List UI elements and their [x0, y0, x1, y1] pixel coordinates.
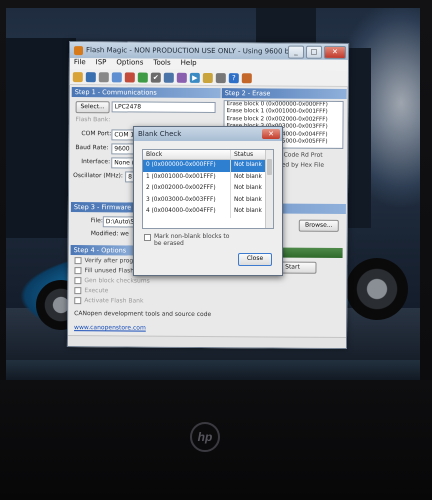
- checkbox-box[interactable]: [74, 277, 82, 285]
- status-bar: [67, 335, 347, 348]
- hp-logo-text: hp: [197, 430, 213, 444]
- select-device-button[interactable]: Select...: [75, 101, 110, 114]
- com-port-label: COM Port:: [81, 130, 112, 138]
- search-icon[interactable]: [98, 71, 109, 82]
- wallpaper-building: [6, 38, 76, 238]
- help-icon[interactable]: ?: [228, 72, 239, 83]
- checkbox-box[interactable]: [74, 297, 82, 305]
- dialog-title: Blank Check: [138, 130, 182, 138]
- terminal-icon[interactable]: [202, 72, 213, 83]
- table-row[interactable]: 3 (0x003000-0x003FFF) Not blank: [143, 194, 273, 206]
- table-scrollbar[interactable]: [265, 150, 273, 228]
- close-button[interactable]: ✕: [323, 45, 347, 59]
- gen-checksums-label: Gen block checksums: [84, 277, 150, 285]
- gen-checksums-checkbox[interactable]: Gen block checksums: [74, 277, 150, 285]
- menu-isp[interactable]: ISP: [96, 58, 107, 69]
- save-icon[interactable]: [85, 71, 96, 82]
- connect-icon[interactable]: [111, 71, 122, 82]
- interface-label: Interface:: [81, 158, 111, 166]
- browse-button[interactable]: Browse...: [298, 219, 339, 232]
- checkbox-box[interactable]: [74, 287, 82, 295]
- settings-icon[interactable]: [176, 72, 187, 83]
- activate-bank-label: Activate Flash Bank: [84, 297, 144, 305]
- open-icon[interactable]: [72, 71, 83, 82]
- block-cell: 0 (0x000000-0x000FFF): [143, 160, 231, 172]
- dialog-close-button[interactable]: Close: [238, 253, 272, 266]
- fill-unused-checkbox[interactable]: Fill unused Flash: [74, 267, 134, 274]
- baud-rate-label: Baud Rate:: [75, 144, 109, 152]
- modified-label: Modified: we: [90, 230, 129, 238]
- checkbox-box[interactable]: [74, 267, 82, 275]
- hex-file-field[interactable]: D:\Auto\Sour: [102, 216, 137, 228]
- dialog-titlebar[interactable]: Blank Check: [134, 127, 282, 141]
- table-row[interactable]: 1 (0x001000-0x001FFF) Not blank: [143, 171, 273, 183]
- maximize-button[interactable]: □: [305, 45, 323, 59]
- checkbox-box[interactable]: [144, 234, 151, 241]
- block-cell: 4 (0x004000-0x004FFF): [143, 206, 231, 218]
- taskbar: [6, 360, 420, 380]
- table-header: Block Status: [143, 150, 273, 160]
- block-cell: 1 (0x001000-0x001FFF): [143, 171, 231, 183]
- promo-link[interactable]: www.canopenstore.com: [74, 324, 146, 332]
- mark-nonblank-label: Mark non-blank blocks to be erased: [154, 233, 230, 247]
- toolbar: ✔ ▶ ?: [69, 69, 348, 87]
- window-title: Flash Magic - NON PRODUCTION USE ONLY - …: [85, 46, 289, 56]
- table-row[interactable]: 4 (0x004000-0x004FFF) Not blank: [143, 206, 273, 218]
- tools-icon[interactable]: [215, 72, 226, 83]
- verify-icon[interactable]: ✔: [150, 72, 161, 83]
- promo-text: CANopen development tools and source cod…: [74, 310, 212, 319]
- execute-label: Execute: [84, 287, 109, 295]
- erase-icon[interactable]: [124, 71, 135, 82]
- app-icon: [73, 45, 84, 55]
- mark-nonblank-checkbox[interactable]: Mark non-blank blocks to be erased: [144, 233, 234, 247]
- status-cell: Not blank: [234, 208, 262, 214]
- column-status[interactable]: Status: [231, 150, 268, 159]
- status-cell: Not blank: [234, 185, 262, 191]
- checkbox-box[interactable]: [74, 257, 82, 265]
- block-cell: 2 (0x002000-0x002FFF): [143, 183, 231, 195]
- flash-bank-label: Flash Bank:: [75, 116, 111, 124]
- fill-unused-label: Fill unused Flash: [84, 267, 135, 275]
- menu-help[interactable]: Help: [181, 59, 197, 70]
- file-label: File:: [90, 217, 103, 225]
- table-row[interactable]: 2 (0x002000-0x002FFF) Not blank: [143, 183, 273, 195]
- menu-file[interactable]: File: [74, 58, 86, 69]
- device-field[interactable]: LPC2478: [111, 101, 216, 114]
- hp-logo: hp: [190, 422, 220, 452]
- oscillator-label: Oscillator (MHz):: [73, 172, 123, 180]
- status-cell: Not blank: [234, 173, 262, 180]
- web-icon[interactable]: [241, 72, 252, 83]
- activate-bank-checkbox[interactable]: Activate Flash Bank: [74, 297, 144, 305]
- blank-check-dialog: Blank Check ✕ Block Status 0 (0x000000-0…: [133, 126, 283, 276]
- status-cell: Not blank: [234, 162, 262, 168]
- play-icon[interactable]: ▶: [189, 72, 200, 83]
- minimize-button[interactable]: _: [287, 45, 305, 59]
- dialog-close-icon[interactable]: ✕: [262, 129, 280, 139]
- scrollbar-thumb[interactable]: [267, 159, 272, 175]
- step2-header: Step 2 - Erase: [221, 88, 347, 99]
- execute-checkbox[interactable]: Execute: [74, 287, 108, 294]
- blank-check-table: Block Status 0 (0x000000-0x000FFF) Not b…: [142, 149, 274, 229]
- menu-options[interactable]: Options: [116, 58, 143, 69]
- step1-header: Step 1 - Communications: [71, 87, 221, 99]
- table-row[interactable]: 0 (0x000000-0x000FFF) Not blank: [143, 160, 273, 172]
- status-cell: Not blank: [234, 196, 262, 203]
- block-cell: 3 (0x003000-0x003FFF): [143, 194, 231, 206]
- step4-header: Step 4 - Options: [70, 245, 136, 256]
- window-titlebar[interactable]: Flash Magic - NON PRODUCTION USE ONLY - …: [69, 42, 349, 60]
- wallpaper-car-wheel: [346, 258, 408, 320]
- blank-check-icon[interactable]: [163, 72, 174, 83]
- menu-tools[interactable]: Tools: [153, 59, 170, 70]
- column-block[interactable]: Block: [143, 150, 231, 159]
- program-icon[interactable]: [137, 72, 148, 83]
